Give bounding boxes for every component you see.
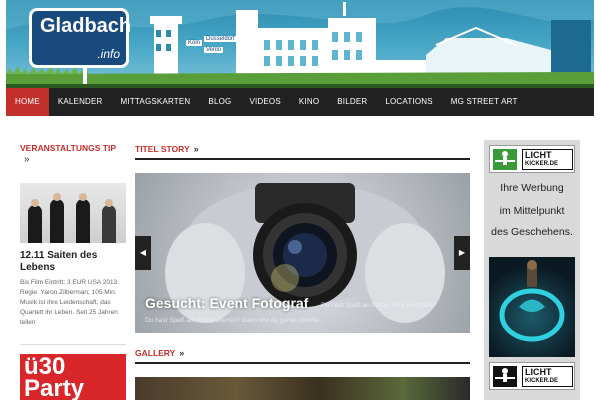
nav-item-home[interactable]: Home	[6, 88, 49, 116]
ad-line-1: Ihre Werbung	[500, 182, 564, 194]
gallery-preview[interactable]	[135, 377, 470, 400]
ad-line-3: des Geschehens.	[491, 226, 573, 238]
nav-item-mittagskarten[interactable]: Mittagskarten	[112, 88, 200, 116]
nav-item-locations[interactable]: Locations	[376, 88, 441, 116]
section-rule	[135, 158, 470, 160]
slider-next-button[interactable]: ▶	[454, 236, 470, 270]
nav-item-videos[interactable]: Videos	[240, 88, 289, 116]
foosball-icon	[493, 149, 517, 170]
lichtkicker-logo: LICHT KICKER.DE	[489, 145, 575, 173]
figure-head	[79, 193, 87, 201]
slider-prev-button[interactable]: ◀	[135, 236, 151, 270]
figure-head	[53, 193, 61, 201]
slide-title-side: Du hast Spaß an Partys oder Konzerte?	[321, 302, 437, 309]
figure-head	[31, 199, 39, 207]
lichtkicker-brand-1: LICHT	[525, 150, 552, 160]
road-sign-koeln: Köln	[186, 40, 203, 46]
lichtkicker-ad[interactable]: LICHT KICKER.DE Ihre Werbung im Mittelpu…	[484, 140, 580, 400]
titel-story-label: Titel Story	[135, 144, 190, 154]
figure-silhouette	[28, 205, 42, 243]
gallery-heading: Gallery»	[135, 348, 184, 358]
logo-sub: .info	[97, 47, 120, 61]
event-description: Bis Film Eintritt: 3 EUR USA 2013. Regie…	[20, 279, 119, 326]
nav-item-blog[interactable]: Blog	[199, 88, 240, 116]
lichtkicker-brand-2: KICKER.DE	[525, 378, 559, 384]
nav-item-kino[interactable]: Kino	[290, 88, 328, 116]
lichtkicker-wordmark: LICHT KICKER.DE	[522, 149, 573, 170]
party-ad-text: ü30 Party	[24, 354, 85, 400]
figure-silhouette	[102, 205, 116, 243]
slide-title[interactable]: Gesucht: Event Fotograf	[145, 295, 308, 311]
nav-item-bilder[interactable]: Bilder	[328, 88, 376, 116]
nav-item-kalender[interactable]: Kalender	[49, 88, 112, 116]
figure-silhouette	[50, 199, 64, 243]
site-logo[interactable]: Gladbach .info	[29, 8, 132, 68]
figure-head	[105, 199, 113, 207]
header-banner: Gladbach .info Köln Düsseldorf Venlo	[6, 0, 594, 88]
glowing-table-illustration	[499, 260, 565, 342]
party-ad-banner[interactable]: ü30 Party	[20, 354, 126, 400]
logo-pole	[83, 68, 87, 84]
featured-slider[interactable]: ◀ ▶ Gesucht: Event Fotograf Du hast Spaß…	[135, 173, 470, 333]
chevron-double-right-icon: »	[193, 144, 199, 154]
figure-silhouette	[76, 199, 90, 243]
slide-subtitle: Du hast Spaß am Fotografieren? Dann bist…	[145, 317, 325, 324]
veranstaltungs-tip-label: Veranstaltungs Tip	[20, 143, 117, 153]
logo-text: Gladbach	[40, 15, 132, 37]
main-navigation: Home Kalender Mittagskarten Blog Videos …	[6, 88, 594, 116]
lichtkicker-logo-bottom: LICHT KICKER.DE	[489, 362, 575, 390]
road-sign-venlo: Venlo	[204, 47, 224, 53]
event-thumbnail[interactable]	[20, 183, 126, 243]
foosball-icon	[493, 366, 517, 387]
lichtkicker-photo	[489, 257, 575, 357]
nav-item-mg-street-art[interactable]: MG Street Art	[442, 88, 527, 116]
divider	[20, 344, 126, 345]
titel-story-heading: Titel Story»	[135, 144, 199, 154]
road-sign-duesseldorf: Düsseldorf	[204, 36, 237, 42]
lichtkicker-brand-1: LICHT	[525, 367, 552, 377]
lichtkicker-brand-2: KICKER.DE	[525, 161, 559, 167]
ad-line-2: im Mittelpunkt	[499, 205, 565, 217]
chevron-double-right-icon: »	[24, 154, 30, 165]
section-rule	[135, 362, 470, 364]
sidebar-section-title: Veranstaltungs Tip	[20, 143, 116, 153]
event-title[interactable]: 12.11 Saiten des Lebens	[20, 250, 126, 274]
gallery-label: Gallery	[135, 348, 176, 358]
lichtkicker-wordmark: LICHT KICKER.DE	[522, 366, 573, 387]
chevron-double-right-icon: »	[179, 348, 185, 358]
